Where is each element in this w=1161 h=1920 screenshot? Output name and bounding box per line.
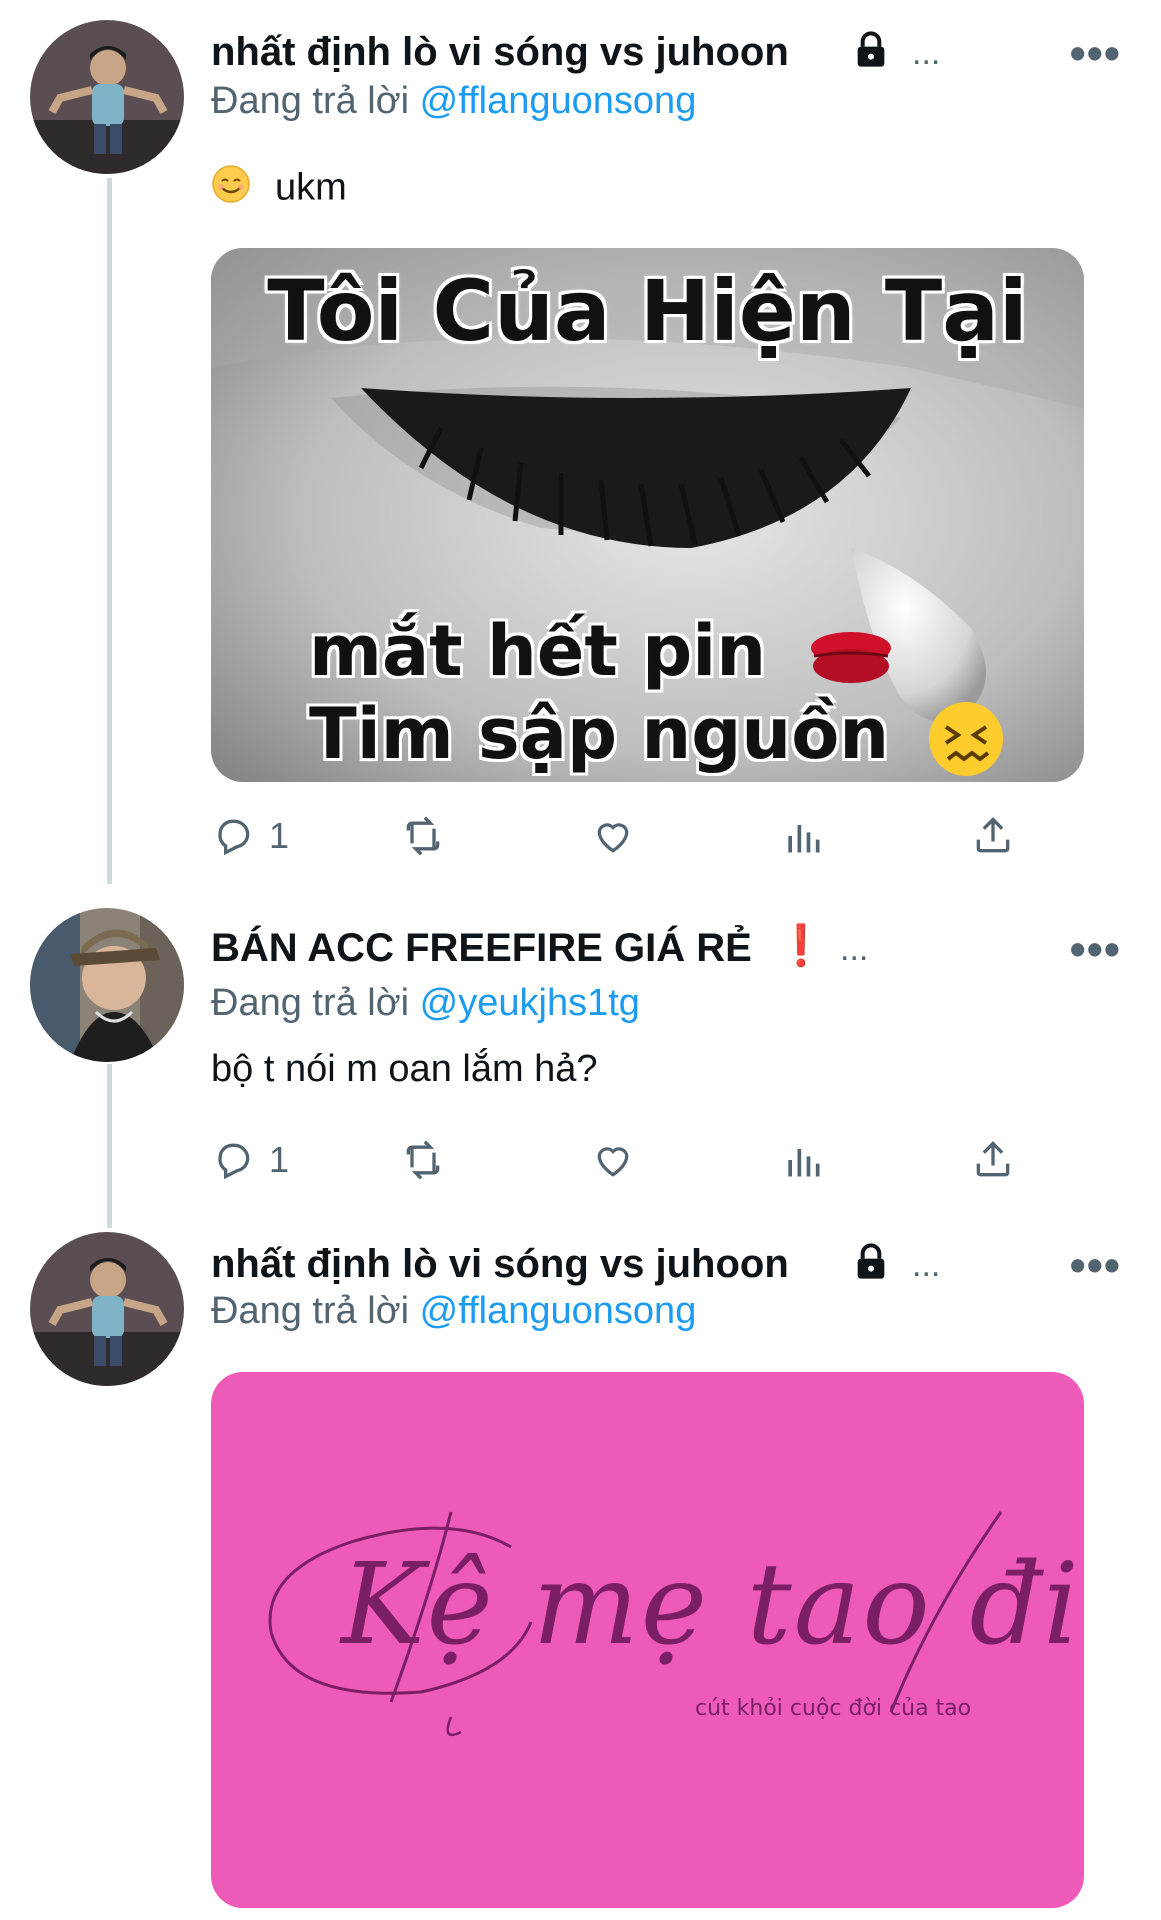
share-button[interactable]	[971, 1130, 1015, 1190]
more-options-button[interactable]: •••	[1070, 926, 1121, 972]
tweet-actions: 1	[211, 806, 1041, 866]
like-button[interactable]	[591, 1130, 635, 1190]
reply-count: 1	[269, 1139, 290, 1180]
share-icon	[976, 817, 1010, 853]
avatar-photo	[30, 20, 184, 174]
meme-line-2-text: Tim sập nguồn	[309, 693, 890, 775]
views-button[interactable]	[781, 1130, 825, 1190]
share-button[interactable]	[971, 806, 1015, 866]
avatar-photo	[30, 908, 184, 1062]
reply-handle-link[interactable]: @yeukjhs1tg	[420, 982, 640, 1024]
exclamation-emoji: ❗	[776, 923, 826, 969]
meme-line-1-text: mắt hết pin	[309, 610, 767, 692]
retweet-icon	[406, 816, 440, 856]
analytics-icon	[788, 1149, 820, 1177]
like-button[interactable]	[591, 806, 635, 866]
display-name[interactable]: nhất định lò vi sóng vs juhoon	[211, 1244, 789, 1284]
lock-icon	[851, 1242, 891, 1287]
analytics-icon	[788, 825, 820, 853]
reply-icon	[218, 1143, 250, 1180]
replying-label: Đang trả lời	[211, 80, 410, 122]
avatar-photo	[30, 1232, 184, 1386]
share-icon	[976, 1141, 1010, 1177]
heart-icon	[597, 823, 629, 853]
more-options-button[interactable]: •••	[1070, 30, 1121, 76]
more-options-button[interactable]: •••	[1070, 1242, 1121, 1288]
tweet-actions: 1	[211, 1130, 1041, 1190]
reply-handle-link[interactable]: @fflanguonsong	[420, 1290, 697, 1332]
tweet-text: ukm	[211, 164, 347, 211]
name-truncation: ...	[912, 1246, 941, 1284]
tweet-text: bộ t nói m oan lắm hả?	[211, 1048, 598, 1090]
thread-line	[107, 1064, 112, 1228]
retweet-icon	[406, 1140, 440, 1180]
lock-icon	[851, 30, 891, 75]
avatar[interactable]	[30, 1232, 184, 1386]
reply-button[interactable]: 1	[211, 1130, 289, 1190]
views-button[interactable]	[781, 806, 825, 866]
smiling-face-emoji	[211, 164, 251, 211]
tweet-media-image[interactable]: Kệ mẹ tao đi cút khỏi cuộc đời của tao	[211, 1372, 1084, 1908]
replying-to: Đang trả lời @fflanguonsong	[211, 82, 696, 120]
script-subtext: cút khỏi cuộc đời của tao	[695, 1696, 972, 1721]
display-name[interactable]: nhất định lò vi sóng vs juhoon	[211, 32, 789, 72]
retweet-button[interactable]	[401, 806, 445, 866]
reply-count: 1	[269, 815, 290, 856]
reply-button[interactable]: 1	[211, 806, 289, 866]
meme-line-2: Tim sập nguồn	[309, 693, 1006, 779]
retweet-button[interactable]	[401, 1130, 445, 1190]
thread-line	[107, 178, 112, 884]
meme-line-1: mắt hết pin	[309, 610, 896, 692]
heart-icon	[597, 1147, 629, 1177]
avatar[interactable]	[30, 20, 184, 174]
name-truncation: ...	[840, 930, 869, 968]
tweet-media-image[interactable]: Tôi Của Hiện Tại mắt hết pin Tim sập ngu…	[211, 248, 1084, 782]
avatar[interactable]	[30, 908, 184, 1062]
meme-title: Tôi Của Hiện Tại	[267, 262, 1028, 360]
name-truncation: ...	[912, 34, 941, 72]
replying-to: Đang trả lời @yeukjhs1tg	[211, 984, 640, 1022]
kiss-mark-emoji	[806, 626, 896, 686]
script-headline: Kệ mẹ tao đi	[341, 1540, 1081, 1670]
confounded-face-emoji	[926, 699, 1006, 779]
reply-handle-link[interactable]: @fflanguonsong	[420, 80, 697, 122]
replying-label: Đang trả lời	[211, 1290, 410, 1332]
replying-to: Đang trả lời @fflanguonsong	[211, 1292, 696, 1330]
replying-label: Đang trả lời	[211, 982, 410, 1024]
display-name[interactable]: BÁN ACC FREEFIRE GIÁ RẺ	[211, 928, 752, 968]
reply-icon	[218, 819, 250, 856]
tweet-text-content: ukm	[275, 166, 347, 209]
